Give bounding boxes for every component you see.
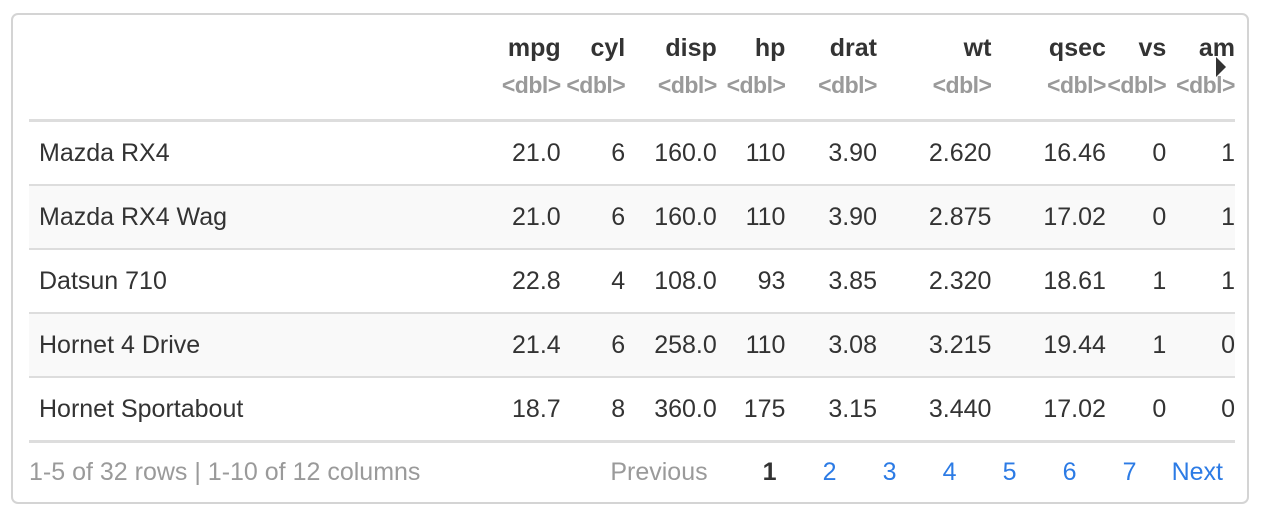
- cell-hp: 110: [716, 313, 786, 378]
- column-name: wt: [963, 34, 992, 62]
- row-name: Mazda RX4 Wag: [29, 185, 482, 250]
- cell-drat: 3.08: [785, 313, 877, 378]
- cell-wt: 2.875: [877, 185, 992, 250]
- column-header-hp: hp <dbl>: [717, 15, 786, 121]
- cell-disp: 108.0: [625, 249, 717, 314]
- cell-drat: 3.90: [785, 120, 877, 186]
- cell-cyl: 8: [560, 377, 626, 443]
- row-name: Hornet 4 Drive: [29, 313, 482, 378]
- cell-vs: 0: [1105, 377, 1167, 443]
- cell-qsec: 16.46: [991, 120, 1106, 186]
- cell-cyl: 6: [560, 120, 626, 186]
- cell-qsec: 19.44: [991, 313, 1106, 378]
- cell-mpg: 21.0: [481, 120, 561, 186]
- column-header-disp: disp <dbl>: [625, 15, 717, 121]
- cell-hp: 110: [716, 185, 786, 250]
- paged-table: mpg <dbl> cyl <dbl> disp <dbl> hp <dbl> drat <dbl…: [11, 13, 1249, 504]
- column-header-wt: wt <dbl>: [877, 15, 992, 121]
- cell-cyl: 4: [560, 249, 626, 314]
- cell-vs: 0: [1105, 185, 1167, 250]
- column-type: <dbl>: [501, 72, 561, 98]
- table-info: 1-5 of 32 rows | 1-10 of 12 columns: [29, 458, 421, 486]
- cell-drat: 3.90: [785, 185, 877, 250]
- cell-mpg: 18.7: [481, 377, 561, 443]
- caret-right-icon[interactable]: [1216, 57, 1226, 77]
- table-row: Mazda RX4 Wag 21.0 6 160.0 110 3.90 2.875 17.02…: [29, 185, 1235, 250]
- table-row: Mazda RX4 21.0 6 160.0 110 3.90 2.620 16.46 0 1: [29, 120, 1235, 186]
- cell-wt: 3.440: [877, 377, 992, 443]
- header-row: mpg <dbl> cyl <dbl> disp <dbl> hp <dbl> drat <dbl…: [29, 15, 1235, 121]
- page-2-button[interactable]: 2: [800, 458, 860, 487]
- column-header-mpg: mpg <dbl>: [482, 15, 561, 121]
- column-header-cyl: cyl <dbl>: [561, 15, 626, 121]
- page-6-button[interactable]: 6: [1040, 458, 1100, 487]
- cell-mpg: 21.4: [481, 313, 561, 378]
- page-3-button[interactable]: 3: [860, 458, 920, 487]
- column-name: vs: [1138, 34, 1167, 62]
- cell-mpg: 21.0: [481, 185, 561, 250]
- cell-disp: 360.0: [625, 377, 717, 443]
- cell-wt: 2.320: [877, 249, 992, 314]
- cell-vs: 1: [1105, 249, 1167, 314]
- cell-hp: 93: [716, 249, 786, 314]
- row-name: Hornet Sportabout: [29, 377, 482, 443]
- cell-qsec: 17.02: [991, 185, 1106, 250]
- cell-wt: 2.620: [877, 120, 992, 186]
- row-name: Datsun 710: [29, 249, 482, 314]
- column-type: <dbl>: [1107, 72, 1167, 98]
- table-row: Hornet 4 Drive 21.4 6 258.0 110 3.08 3.215 19.4…: [29, 313, 1235, 378]
- row-name: Mazda RX4: [29, 120, 482, 186]
- cell-wt: 3.215: [877, 313, 992, 378]
- next-button[interactable]: Next: [1172, 458, 1223, 487]
- cell-am: 1: [1166, 120, 1235, 186]
- cell-cyl: 6: [560, 313, 626, 378]
- column-type: <dbl>: [657, 72, 717, 98]
- column-name: disp: [665, 34, 717, 62]
- cell-qsec: 18.61: [991, 249, 1106, 314]
- cell-am: 1: [1166, 249, 1235, 314]
- cell-hp: 175: [716, 377, 786, 443]
- column-type: <dbl>: [932, 72, 992, 98]
- cell-vs: 0: [1105, 120, 1167, 186]
- column-type: <dbl>: [818, 72, 877, 98]
- column-header-drat: drat <dbl>: [785, 15, 877, 121]
- cell-drat: 3.15: [785, 377, 877, 443]
- page-4-button[interactable]: 4: [920, 458, 980, 487]
- cell-am: 0: [1166, 313, 1235, 378]
- column-name: mpg: [507, 34, 561, 62]
- column-header-vs: vs <dbl>: [1106, 15, 1166, 121]
- cell-am: 1: [1166, 185, 1235, 250]
- column-header-qsec: qsec <dbl>: [991, 15, 1106, 121]
- table-row: Hornet Sportabout 18.7 8 360.0 175 3.15 3.440 1…: [29, 377, 1235, 443]
- column-type: <dbl>: [1047, 72, 1106, 98]
- page-7-button[interactable]: 7: [1100, 458, 1160, 487]
- column-name: cyl: [590, 34, 626, 62]
- column-name: hp: [754, 34, 786, 62]
- column-type: <dbl>: [566, 72, 626, 98]
- cell-am: 0: [1166, 377, 1235, 443]
- previous-button[interactable]: Previous: [610, 458, 707, 487]
- page-1-button[interactable]: 1: [740, 458, 800, 487]
- data-table: mpg <dbl> cyl <dbl> disp <dbl> hp <dbl> drat <dbl…: [29, 15, 1235, 443]
- pagination: Previous 1234567 Next: [610, 458, 1223, 487]
- cell-cyl: 6: [560, 185, 626, 250]
- cell-hp: 110: [716, 120, 786, 186]
- cell-vs: 1: [1105, 313, 1167, 378]
- cell-disp: 258.0: [625, 313, 717, 378]
- table-body: Mazda RX4 21.0 6 160.0 110 3.90 2.620 16.46 0 1 Ma…: [29, 120, 1235, 443]
- column-name: qsec: [1048, 34, 1106, 62]
- column-name: drat: [829, 34, 877, 62]
- header-rownames: [29, 15, 482, 121]
- cell-qsec: 17.02: [991, 377, 1106, 443]
- column-type: <dbl>: [726, 72, 786, 98]
- cell-drat: 3.85: [785, 249, 877, 314]
- cell-disp: 160.0: [625, 120, 717, 186]
- page-5-button[interactable]: 5: [980, 458, 1040, 487]
- cell-disp: 160.0: [625, 185, 717, 250]
- cell-mpg: 22.8: [481, 249, 561, 314]
- table-row: Datsun 710 22.8 4 108.0 93 3.85 2.320 18.61 1 1: [29, 249, 1235, 314]
